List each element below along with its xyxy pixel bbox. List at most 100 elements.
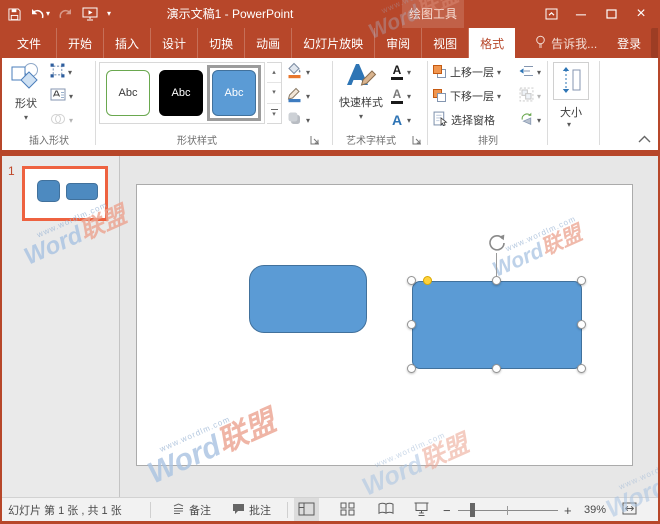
thumb-shape-rounded-rect xyxy=(66,183,98,200)
chevron-down-icon[interactable]: ▾ xyxy=(567,120,571,129)
resize-handle-top-left[interactable] xyxy=(407,276,416,285)
chevron-down-icon[interactable]: ▾ xyxy=(306,116,310,125)
zoom-out-button[interactable]: − xyxy=(443,498,451,522)
notes-toggle-button[interactable]: 备注 xyxy=(168,498,215,522)
chevron-down-icon[interactable]: ▾ xyxy=(69,92,73,101)
chevron-down-icon[interactable]: ▾ xyxy=(306,92,310,101)
shape-styles-gallery: Abc Abc Abc xyxy=(99,62,265,124)
rounded-rectangle-left[interactable] xyxy=(249,265,367,333)
adjust-handle-yellow[interactable] xyxy=(423,276,432,285)
quick-styles-button[interactable]: 快速样式 ▾ xyxy=(336,61,386,121)
chevron-down-icon[interactable]: ▾ xyxy=(407,68,411,77)
sign-in-button[interactable]: 登录 xyxy=(607,28,651,58)
zoom-level[interactable]: 39% xyxy=(584,498,606,522)
chevron-down-icon[interactable]: ▾ xyxy=(407,92,411,101)
send-backward-button[interactable]: 下移一层 ▾ xyxy=(433,85,501,107)
edit-shape-button[interactable]: ▾ xyxy=(50,61,72,83)
group-label-shape-styles: 形状样式 xyxy=(97,132,297,146)
group-objects-icon xyxy=(519,87,534,105)
shape-effects-button[interactable]: ▾ xyxy=(286,109,310,131)
text-box-button[interactable]: ▾ xyxy=(50,85,73,107)
group-separator xyxy=(95,61,96,145)
tab-design[interactable]: 设计 xyxy=(151,28,198,58)
chevron-down-icon[interactable]: ▾ xyxy=(497,68,501,77)
ribbon-tab-row: 文件 开始 插入 设计 切换 动画 幻灯片放映 审阅 视图 格式 告诉我... … xyxy=(2,28,658,58)
rounded-rectangle-right-selected[interactable] xyxy=(412,281,582,369)
slide-page[interactable] xyxy=(136,184,633,466)
tab-transitions[interactable]: 切换 xyxy=(198,28,245,58)
bring-forward-button[interactable]: 上移一层 ▾ xyxy=(433,61,501,83)
shapes-icon xyxy=(11,62,41,93)
normal-view-button[interactable] xyxy=(294,498,319,522)
zoom-in-button[interactable]: + xyxy=(564,498,572,522)
slideshow-view-button[interactable] xyxy=(410,498,433,522)
chevron-down-icon[interactable]: ▾ xyxy=(107,10,111,18)
wordart-dialog-launcher[interactable] xyxy=(412,135,424,147)
shape-style-swatch-2[interactable]: Abc xyxy=(159,70,203,116)
close-button[interactable]: × xyxy=(626,0,656,28)
resize-handle-top-center[interactable] xyxy=(492,276,501,285)
tab-file[interactable]: 文件 xyxy=(2,28,57,58)
chevron-down-icon[interactable]: ▾ xyxy=(46,10,50,18)
shapes-gallery-button[interactable]: 形状 ▾ xyxy=(6,62,46,122)
zoom-slider-thumb[interactable] xyxy=(470,503,475,517)
normal-view-icon xyxy=(298,502,315,519)
text-outline-icon: A xyxy=(390,88,404,104)
shape-styles-dialog-launcher[interactable] xyxy=(310,135,322,147)
fit-to-window-button[interactable] xyxy=(618,498,641,522)
save-icon[interactable] xyxy=(8,8,21,21)
tab-review[interactable]: 审阅 xyxy=(375,28,422,58)
rotate-icon xyxy=(519,111,534,129)
tab-animations[interactable]: 动画 xyxy=(245,28,292,58)
chevron-down-icon[interactable]: ▾ xyxy=(537,68,541,77)
comment-icon xyxy=(232,503,245,518)
align-button[interactable]: ▾ xyxy=(519,61,541,83)
size-button[interactable] xyxy=(553,62,589,100)
tab-slideshow[interactable]: 幻灯片放映 xyxy=(292,28,375,58)
maximize-button[interactable] xyxy=(596,0,626,28)
rotate-button[interactable]: ▾ xyxy=(519,109,541,131)
text-outline-button[interactable]: A ▾ xyxy=(390,85,411,107)
shape-style-swatch-1[interactable]: Abc xyxy=(106,70,150,116)
chevron-down-icon[interactable]: ▾ xyxy=(537,116,541,125)
slide-sorter-view-button[interactable] xyxy=(336,498,359,522)
customize-qat-button[interactable]: ▾ xyxy=(107,10,111,18)
gallery-scroll-up-button[interactable]: ▴ xyxy=(267,63,281,83)
slide-thumbnail[interactable] xyxy=(22,166,108,221)
gallery-more-button[interactable]: ▾ xyxy=(267,104,281,123)
gallery-scroll-down-button[interactable]: ▾ xyxy=(267,83,281,103)
collapse-ribbon-button[interactable] xyxy=(638,134,651,146)
comments-toggle-button[interactable]: 批注 xyxy=(228,498,275,522)
shape-style-swatch-3-selected[interactable]: Abc xyxy=(212,70,256,116)
resize-handle-middle-right[interactable] xyxy=(577,320,586,329)
chevron-down-icon[interactable]: ▾ xyxy=(306,68,310,77)
text-fill-button[interactable]: A ▾ xyxy=(390,61,411,83)
tell-me-box[interactable]: 告诉我... xyxy=(525,28,607,58)
tab-insert[interactable]: 插入 xyxy=(104,28,151,58)
tab-home[interactable]: 开始 xyxy=(57,28,104,58)
rotation-handle[interactable] xyxy=(486,232,508,259)
shape-fill-button[interactable]: ▾ xyxy=(286,61,310,83)
resize-handle-top-right[interactable] xyxy=(577,276,586,285)
resize-handle-middle-left[interactable] xyxy=(407,320,416,329)
resize-handle-bottom-left[interactable] xyxy=(407,364,416,373)
start-slideshow-button[interactable] xyxy=(82,7,98,21)
status-bar: 幻灯片 第 1 张 , 共 1 张 备注 批注 − + 39% xyxy=(0,497,660,521)
align-icon xyxy=(519,64,534,81)
resize-handle-bottom-center[interactable] xyxy=(492,364,501,373)
chevron-down-icon[interactable]: ▾ xyxy=(68,68,72,77)
text-effects-button[interactable]: A ▾ xyxy=(390,109,411,131)
selection-pane-button[interactable]: 选择窗格 xyxy=(433,109,495,131)
ribbon-display-options-button[interactable] xyxy=(536,0,566,28)
tab-view[interactable]: 视图 xyxy=(422,28,469,58)
chevron-down-icon[interactable]: ▾ xyxy=(407,116,411,125)
tab-format[interactable]: 格式 xyxy=(469,28,515,58)
shape-outline-button[interactable]: ▾ xyxy=(286,85,310,107)
slide-counter[interactable]: 幻灯片 第 1 张 , 共 1 张 xyxy=(8,498,122,522)
minimize-button[interactable]: ─ xyxy=(566,0,596,28)
chevron-down-icon[interactable]: ▾ xyxy=(497,92,501,101)
undo-button[interactable]: ▾ xyxy=(30,8,50,20)
reading-view-button[interactable] xyxy=(374,498,398,522)
comments-label: 批注 xyxy=(249,502,271,518)
resize-handle-bottom-right[interactable] xyxy=(577,364,586,373)
